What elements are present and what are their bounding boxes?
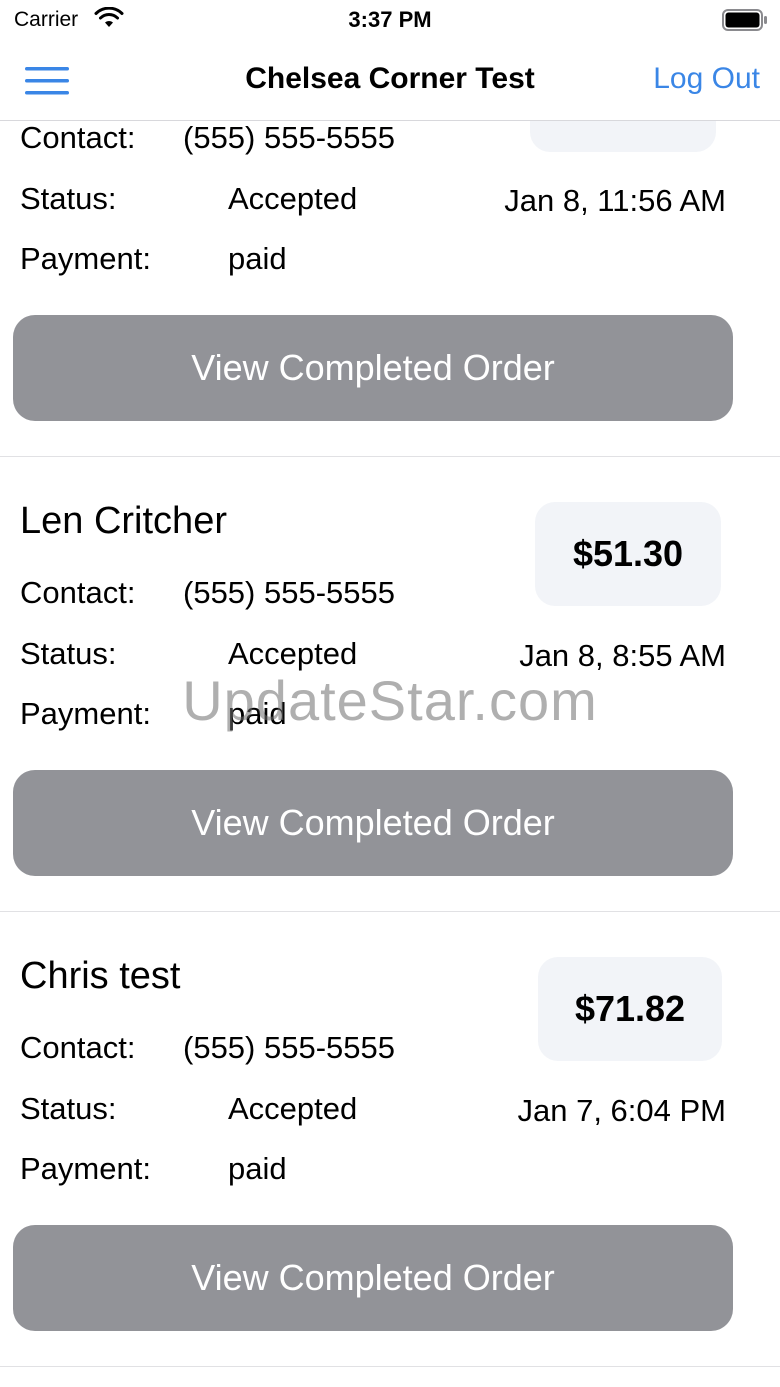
contact-value: (555) 555-5555 [183,1030,395,1065]
view-completed-order-button[interactable]: View Completed Order [13,315,733,421]
payment-value: paid [228,1151,287,1186]
order-date: Jan 8, 8:55 AM [519,638,726,673]
contact-value: (555) 555-5555 [183,120,395,155]
order-card: Len Critcher $51.30 Contact: (555) 555-5… [0,456,780,912]
contact-label: Contact: [20,575,136,610]
payment-label: Payment: [20,696,151,731]
status-bar: Carrier 3:37 PM [0,0,780,40]
order-total: $71.82 [574,988,686,1029]
status-value: Accepted [228,636,358,671]
status-label: Status: [20,1091,117,1126]
battery-icon [722,9,767,31]
contact-value: (555) 555-5555 [183,575,395,610]
status-value: Accepted [228,1091,358,1126]
order-total-box: $51.30 [535,502,721,606]
logout-button[interactable]: Log Out [653,62,760,96]
view-completed-order-button[interactable]: View Completed Order [13,770,733,876]
order-card: Chris test $71.82 Contact: (555) 555-555… [0,911,780,1367]
clock: 3:37 PM [348,7,432,32]
orders-list[interactable]: Contact: (555) 555-5555 Status: Accepted… [0,0,780,1387]
status-value: Accepted [228,181,358,216]
status-label: Status: [20,181,117,216]
customer-name: Chris test [20,955,181,997]
contact-label: Contact: [20,120,136,155]
view-completed-order-button[interactable]: View Completed Order [13,1225,733,1331]
order-date: Jan 8, 11:56 AM [504,183,726,218]
order-total: $51.30 [572,533,684,574]
payment-label: Payment: [20,241,151,276]
payment-label: Payment: [20,1151,151,1186]
status-label: Status: [20,636,117,671]
order-date: Jan 7, 6:04 PM [517,1093,726,1128]
order-total-box: $71.82 [538,957,722,1061]
customer-name: Len Critcher [20,500,227,542]
nav-bar: Chelsea Corner Test Log Out [0,40,780,121]
payment-value: paid [228,696,287,731]
payment-value: paid [228,241,287,276]
contact-label: Contact: [20,1030,136,1065]
